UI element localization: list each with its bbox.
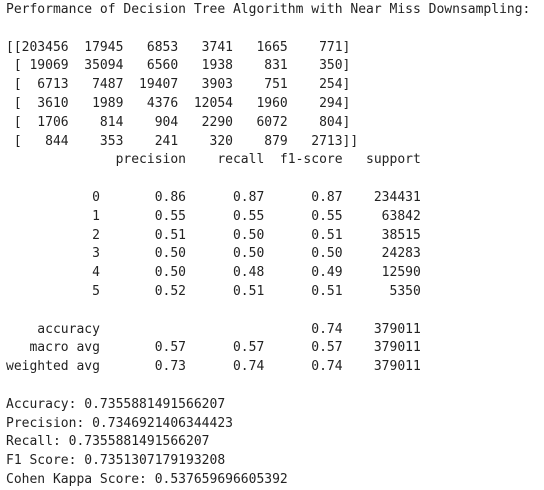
report-row: 3 0.50 0.50 0.50 24283 [6, 246, 421, 262]
report-row: 2 0.51 0.50 0.51 38515 [6, 227, 421, 243]
matrix-row: [ 6713 7487 19407 3903 751 254] [6, 77, 351, 93]
matrix-row: [ 1706 814 904 2290 6072 804] [6, 114, 351, 130]
report-row: 1 0.55 0.55 0.55 63842 [6, 208, 421, 224]
metric-line: F1 Score: 0.7351307179193208 [6, 453, 226, 469]
classification-report: precision recall f1-score support 0 0.86… [6, 151, 544, 377]
matrix-row: [ 3610 1989 4376 12054 1960 294] [6, 95, 351, 111]
output-title: Performance of Decision Tree Algorithm w… [6, 2, 531, 17]
notebook-cell-output: Performance of Decision Tree Algorithm w… [0, 0, 544, 487]
report-row: 0 0.86 0.87 0.87 234431 [6, 189, 421, 205]
report-summary-row: macro avg 0.57 0.57 0.57 379011 [6, 340, 421, 356]
metrics-summary: Accuracy: 0.7355881491566207 Precision: … [6, 396, 544, 490]
metric-line: Accuracy: 0.7355881491566207 [6, 396, 226, 412]
matrix-row: [ 19069 35094 6560 1938 831 350] [6, 58, 351, 74]
confusion-matrix: [[203456 17945 6853 3741 1665 771] [ 190… [6, 39, 544, 152]
report-row: 4 0.50 0.48 0.49 12590 [6, 265, 421, 281]
metric-line: Recall: 0.7355881491566207 [6, 434, 210, 450]
metric-line: Cohen Kappa Score: 0.537659696605392 [6, 471, 288, 487]
metric-line: Precision: 0.7346921406344423 [6, 415, 233, 431]
report-summary-row: weighted avg 0.73 0.74 0.74 379011 [6, 359, 421, 375]
matrix-row: [[203456 17945 6853 3741 1665 771] [6, 39, 351, 55]
report-summary-row: accuracy 0.74 379011 [6, 321, 421, 337]
report-row: 5 0.52 0.51 0.51 5350 [6, 283, 421, 299]
report-header: precision recall f1-score support [6, 152, 421, 168]
matrix-row: [ 844 353 241 320 879 2713]] [6, 133, 359, 149]
